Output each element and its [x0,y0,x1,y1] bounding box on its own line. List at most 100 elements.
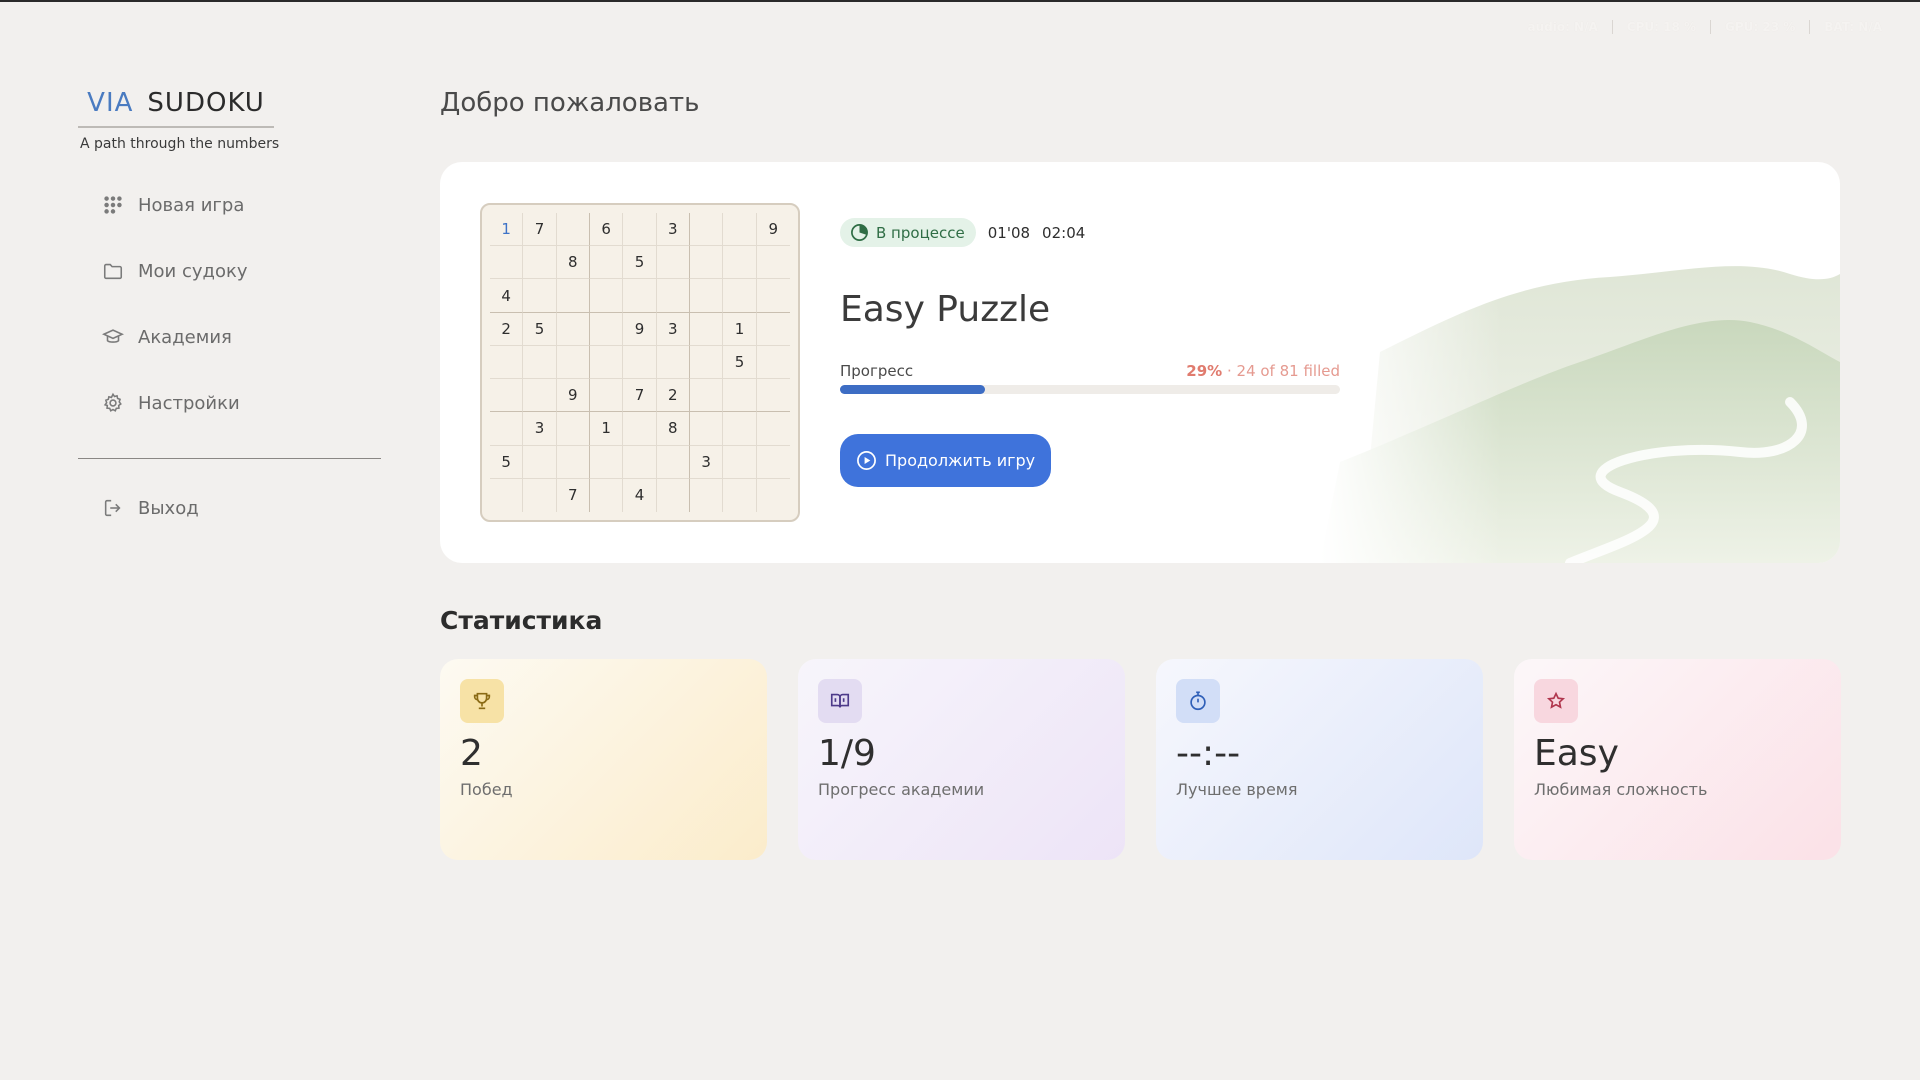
sudoku-cell[interactable] [656,345,690,380]
sudoku-cell[interactable] [723,478,757,512]
sudoku-cell[interactable] [556,412,590,446]
sudoku-cell[interactable] [623,345,657,380]
sudoku-cell[interactable]: 5 [723,345,757,380]
sudoku-cell[interactable] [490,246,524,280]
sudoku-cell[interactable]: 3 [523,412,557,446]
sudoku-cell[interactable] [523,379,557,413]
sudoku-cell[interactable] [590,478,624,512]
status-cpu: CPU: 18 % [1626,20,1696,34]
sudoku-cell[interactable]: 8 [656,412,690,446]
continue-game-button[interactable]: Продолжить игру [840,434,1052,487]
sudoku-cell[interactable] [623,213,657,247]
sudoku-cell[interactable] [756,346,790,380]
sudoku-cell[interactable] [490,478,524,512]
sudoku-cell[interactable] [723,246,757,280]
sudoku-cell[interactable] [656,246,690,280]
sudoku-cell[interactable] [589,345,624,380]
sudoku-cell[interactable] [756,313,790,346]
sudoku-cell[interactable] [523,345,557,380]
sudoku-cell[interactable] [523,279,557,313]
sudoku-cell[interactable] [689,345,724,380]
sudoku-cell[interactable]: 3 [656,312,690,346]
sudoku-cell[interactable] [623,279,657,313]
sudoku-cell[interactable] [490,345,524,380]
sudoku-cell[interactable] [723,279,757,313]
sidebar-item-settings[interactable]: Настройки [78,370,382,436]
sudoku-cell[interactable] [757,479,790,512]
sudoku-cell[interactable] [689,213,724,247]
sidebar-item-academy[interactable]: Академия [78,304,382,370]
stopwatch-icon [1190,691,1206,711]
sudoku-cell[interactable] [589,445,624,479]
sudoku-cell[interactable]: 2 [656,379,690,413]
sudoku-cell[interactable] [523,246,557,280]
sudoku-cell[interactable]: 5 [523,312,557,346]
sudoku-cell[interactable] [756,379,790,413]
sudoku-cell[interactable] [657,478,690,512]
sudoku-cell[interactable] [589,279,624,313]
sudoku-cell[interactable] [723,213,757,247]
sudoku-cell[interactable]: 7 [623,379,657,413]
sudoku-cell[interactable] [623,412,657,446]
sudoku-cell[interactable] [490,379,524,413]
sudoku-cell[interactable]: 3 [689,445,724,479]
sudoku-cell[interactable] [589,246,624,280]
sudoku-cell[interactable] [556,213,590,247]
sudoku-cell[interactable]: 5 [623,246,657,280]
sudoku-cell[interactable]: 7 [523,213,557,247]
sudoku-cell[interactable] [689,379,724,413]
stat-value: --:-- [1176,733,1241,774]
sudoku-cell[interactable] [689,246,724,280]
sudoku-cell[interactable] [723,445,757,479]
sidebar-item-my-sudoku[interactable]: Мои судоку [78,238,382,304]
sudoku-cell[interactable] [490,412,524,446]
sudoku-cell[interactable] [656,279,690,313]
sudoku-cell[interactable] [556,445,590,479]
sudoku-cell[interactable] [756,446,790,479]
folder-icon [103,263,123,280]
sudoku-cell[interactable] [523,478,557,512]
brand-logo[interactable]: VIA SUDOKU [78,80,274,128]
sudoku-cell[interactable]: 8 [556,246,590,280]
status-audio: audio: N/A [1527,20,1598,34]
play-circle-icon [857,451,876,470]
progress-detail: · 24 of 81 filled [1226,362,1340,380]
sudoku-cell[interactable]: 1 [723,312,757,346]
sudoku-cell[interactable] [723,379,757,413]
sudoku-cell[interactable]: 7 [557,478,590,512]
sudoku-cell[interactable]: 2 [490,312,524,346]
sudoku-cell[interactable] [556,279,590,313]
sudoku-cell[interactable] [756,279,790,313]
sudoku-cell[interactable]: 1 [589,412,624,446]
sudoku-cell[interactable]: 6 [589,213,624,247]
sudoku-cell[interactable] [556,312,590,346]
sudoku-cell[interactable]: 4 [623,478,657,512]
sudoku-cell[interactable] [723,412,757,446]
sudoku-cell[interactable] [623,445,657,479]
sidebar-item-logout[interactable]: Выход [78,475,382,541]
sidebar-item-new-game[interactable]: Новая игра [78,172,382,238]
sudoku-cell[interactable]: 1 [490,213,524,247]
sudoku-cell[interactable]: 9 [556,379,590,413]
sudoku-cell[interactable] [656,445,690,479]
sudoku-cell[interactable]: 4 [490,279,524,313]
grid-dots-icon [104,196,122,214]
sudoku-cell[interactable]: 5 [490,445,524,479]
sudoku-cell[interactable] [589,312,624,346]
sudoku-cell[interactable] [756,246,790,280]
sudoku-board-preview[interactable]: 176398542593159723185374 [480,203,800,522]
sudoku-cell[interactable] [689,312,724,346]
graduation-cap-icon [102,329,124,343]
sudoku-cell[interactable] [523,445,557,479]
sudoku-cell[interactable] [689,279,724,313]
sudoku-cell[interactable]: 3 [656,213,690,247]
sudoku-cell[interactable] [690,478,724,512]
sudoku-cell[interactable] [556,345,590,380]
sudoku-cell[interactable]: 9 [623,312,657,346]
sudoku-cell[interactable] [689,412,724,446]
progress-ring-icon [851,224,868,241]
sudoku-cell[interactable] [756,412,790,446]
status-badge: В процессе [840,218,976,247]
sudoku-cell[interactable]: 9 [756,213,790,247]
sudoku-cell[interactable] [589,379,624,413]
